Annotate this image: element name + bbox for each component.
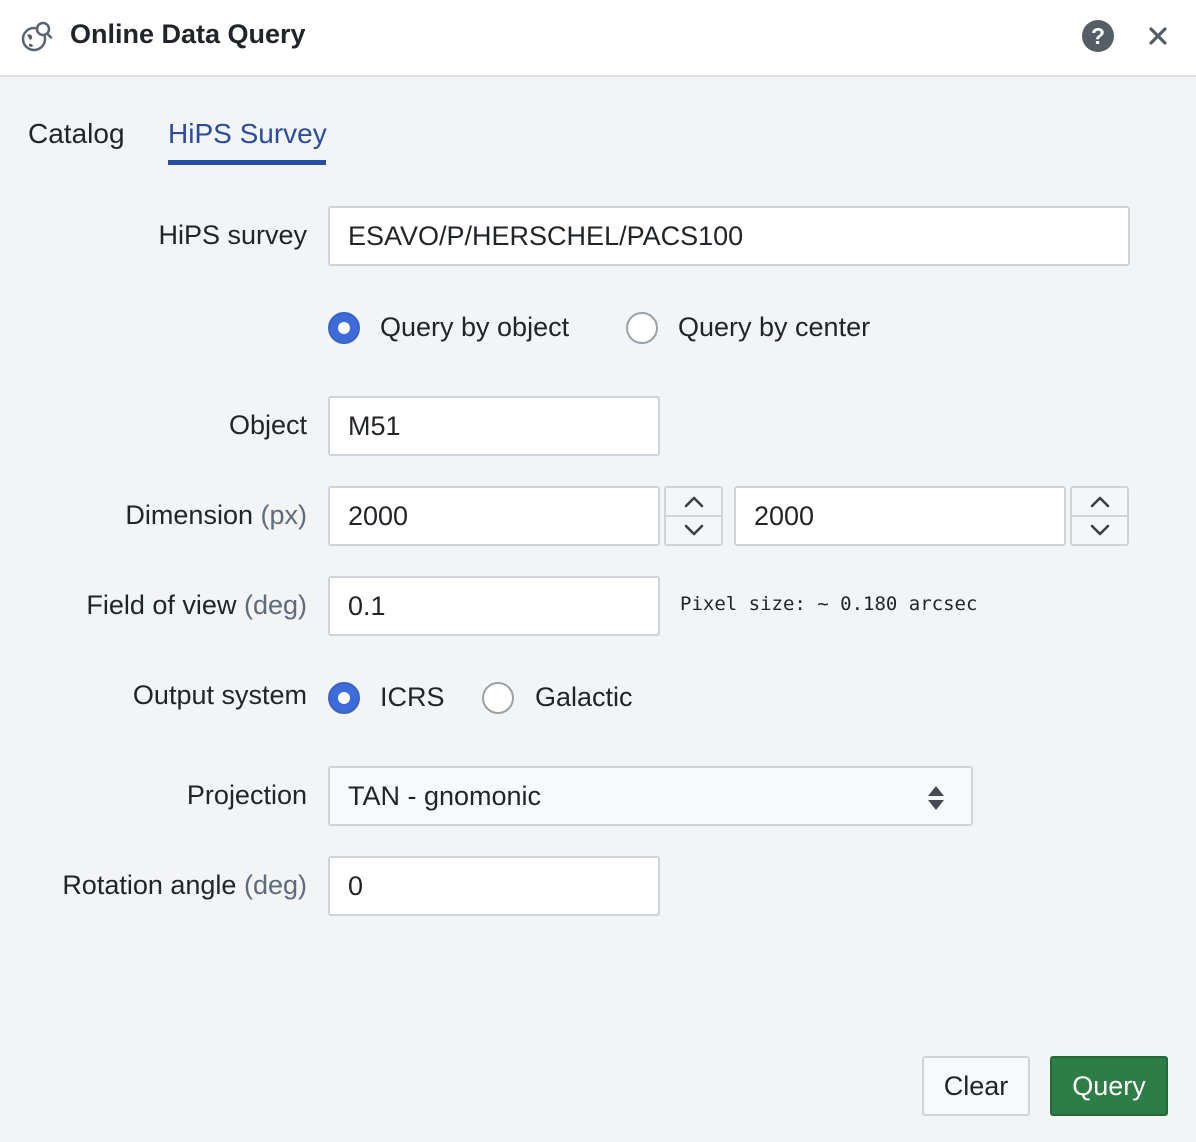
- dialog-title: Online Data Query: [70, 19, 306, 49]
- rotation-unit: (deg): [243, 870, 307, 900]
- active-tab-indicator: [168, 160, 326, 165]
- tab-catalog[interactable]: Catalog: [28, 118, 125, 150]
- query-by-center-label[interactable]: Query by center: [678, 312, 870, 343]
- query-by-object-radio[interactable]: [328, 312, 360, 344]
- projection-label: Projection: [186, 780, 307, 810]
- chevron-up-icon[interactable]: [683, 495, 705, 509]
- rotation-input[interactable]: 0: [328, 856, 660, 916]
- hips-survey-input[interactable]: ESAVO/P/HERSCHEL/PACS100: [328, 206, 1130, 266]
- chevron-down-icon[interactable]: [1089, 523, 1111, 537]
- stepper-divider: [666, 515, 721, 517]
- dimension-unit: (px): [260, 500, 308, 530]
- fov-unit: (deg): [243, 590, 307, 620]
- dimension-height-input[interactable]: 2000: [734, 486, 1066, 546]
- query-button[interactable]: Query: [1050, 1056, 1168, 1116]
- output-system-label: Output system: [132, 680, 307, 710]
- chevron-up-icon[interactable]: [1089, 495, 1111, 509]
- hips-survey-label: HiPS survey: [158, 220, 307, 250]
- rotation-label-text: Rotation angle: [62, 870, 237, 900]
- object-input[interactable]: M51: [328, 396, 660, 456]
- dialog-header: Online Data Query ?: [0, 0, 1196, 77]
- dimension-label-text: Dimension: [125, 500, 253, 530]
- question-circle-icon[interactable]: ?: [1081, 19, 1115, 53]
- dimension-height-stepper: [1070, 486, 1129, 546]
- dimension-width-stepper: [664, 486, 723, 546]
- rotation-label: Rotation angle (deg): [62, 870, 307, 901]
- query-by-object-label[interactable]: Query by object: [380, 312, 569, 343]
- svg-text:?: ?: [1091, 23, 1105, 49]
- projection-selected-value: TAN - gnomonic: [348, 780, 542, 811]
- tab-hips-survey[interactable]: HiPS Survey: [168, 118, 327, 150]
- stepper-divider: [1072, 515, 1127, 517]
- projection-select[interactable]: TAN - gnomonic: [328, 766, 973, 826]
- globe-search-icon: [21, 21, 53, 52]
- fov-label-text: Field of view: [86, 590, 237, 620]
- fov-label: Field of view (deg): [86, 590, 307, 621]
- fov-input[interactable]: 0.1: [328, 576, 660, 636]
- icrs-label[interactable]: ICRS: [380, 682, 445, 713]
- galactic-radio[interactable]: [482, 682, 514, 714]
- galactic-label[interactable]: Galactic: [535, 682, 633, 713]
- query-by-center-radio[interactable]: [626, 312, 658, 344]
- dimension-width-input[interactable]: 2000: [328, 486, 660, 546]
- close-icon[interactable]: [1144, 22, 1172, 50]
- dimension-label: Dimension (px): [125, 500, 307, 531]
- select-sort-icon: [928, 786, 944, 810]
- pixel-size-note: Pixel size: ~ 0.180 arcsec: [680, 593, 978, 615]
- chevron-down-icon[interactable]: [683, 523, 705, 537]
- object-label: Object: [228, 410, 307, 440]
- clear-button[interactable]: Clear: [922, 1056, 1030, 1116]
- icrs-radio[interactable]: [328, 682, 360, 714]
